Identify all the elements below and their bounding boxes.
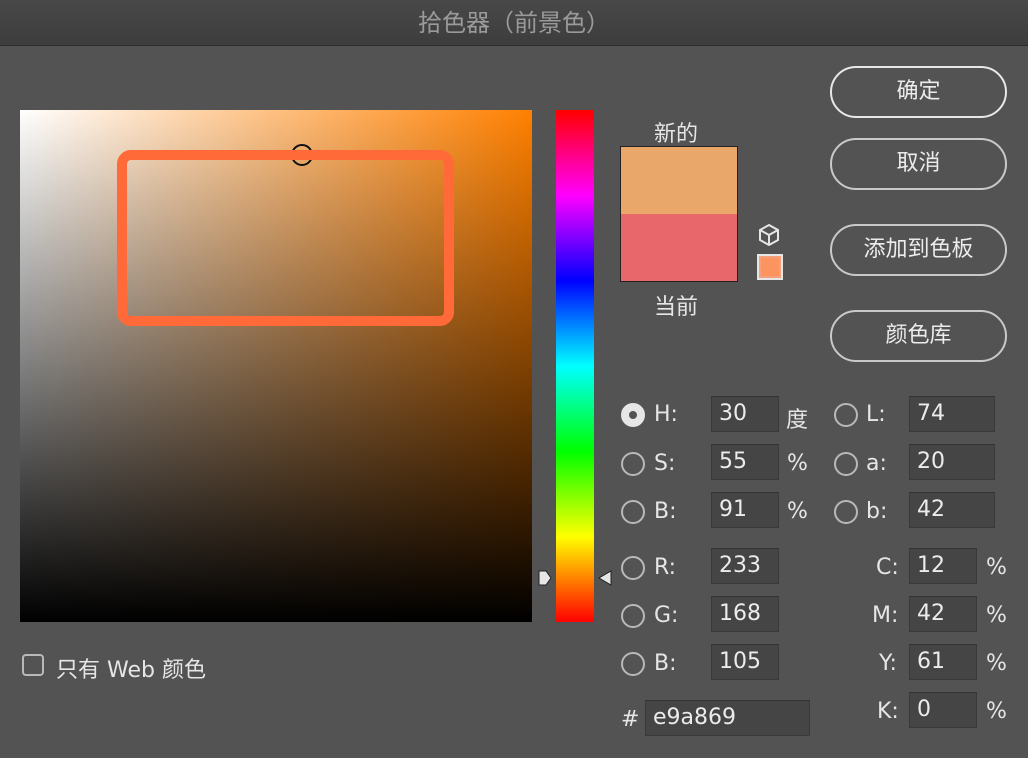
ok-button[interactable]: 确定 [830,66,1007,118]
magenta-label: M: [872,603,899,628]
lab-a-input[interactable]: 20 [909,444,995,480]
brightness-input[interactable]: 91 [711,492,779,528]
current-color-label: 当前 [654,295,699,320]
cyan-label: C: [876,555,899,580]
yellow-input[interactable]: 61 [909,644,977,680]
cyan-input[interactable]: 12 [909,548,977,584]
green-input[interactable]: 168 [711,596,779,632]
lab-l-label: L: [866,402,886,427]
magenta-unit: % [986,603,1007,628]
brightness-radio[interactable] [621,500,645,524]
highlight-box [117,150,454,326]
cube-icon[interactable] [757,223,781,247]
hex-input[interactable]: e9a869 [645,700,810,736]
black-label: K: [877,699,899,724]
blue-label: B: [654,651,677,676]
web-colors-only-label: 只有 Web 颜色 [56,658,206,683]
lab-b-radio[interactable] [834,500,858,524]
hue-slider-left-arrow-icon[interactable] [538,570,552,586]
current-color-swatch[interactable] [620,214,738,282]
saturation-unit: % [787,451,808,476]
black-input[interactable]: 0 [909,692,977,728]
add-to-swatches-button[interactable]: 添加到色板 [830,224,1007,276]
brightness-unit: % [787,499,808,524]
black-unit: % [986,699,1007,724]
hue-input[interactable]: 30 [711,396,779,432]
hex-label: # [621,707,640,732]
hue-unit: 度 [786,408,809,433]
lab-a-radio[interactable] [834,452,858,476]
yellow-label: Y: [879,651,897,676]
new-color-swatch[interactable] [620,146,738,214]
lab-l-input[interactable]: 74 [909,396,995,432]
saturation-input[interactable]: 55 [711,444,779,480]
blue-radio[interactable] [621,652,645,676]
lab-b-input[interactable]: 42 [909,492,995,528]
lab-a-label: a: [866,451,887,476]
lab-b-label: b: [866,499,888,524]
red-input[interactable]: 233 [711,548,779,584]
yellow-unit: % [986,651,1007,676]
blue-input[interactable]: 105 [711,644,779,680]
green-label: G: [654,603,679,628]
cyan-unit: % [986,555,1007,580]
new-color-label: 新的 [654,122,699,147]
web-safe-swatch[interactable] [757,254,783,280]
saturation-label: S: [654,451,676,476]
web-colors-only-checkbox[interactable] [22,654,44,676]
hue-slider-right-arrow-icon[interactable] [598,570,612,586]
red-label: R: [654,555,677,580]
hue-radio[interactable] [621,403,645,427]
brightness-label: B: [654,499,677,524]
cancel-button[interactable]: 取消 [830,138,1007,190]
magenta-input[interactable]: 42 [909,596,977,632]
window-title: 拾色器（前景色） [0,0,1028,46]
red-radio[interactable] [621,556,645,580]
saturation-radio[interactable] [621,452,645,476]
color-libraries-button[interactable]: 颜色库 [830,310,1007,362]
lab-l-radio[interactable] [834,403,858,427]
hue-label: H: [654,402,678,427]
hue-slider[interactable] [556,110,594,622]
green-radio[interactable] [621,604,645,628]
